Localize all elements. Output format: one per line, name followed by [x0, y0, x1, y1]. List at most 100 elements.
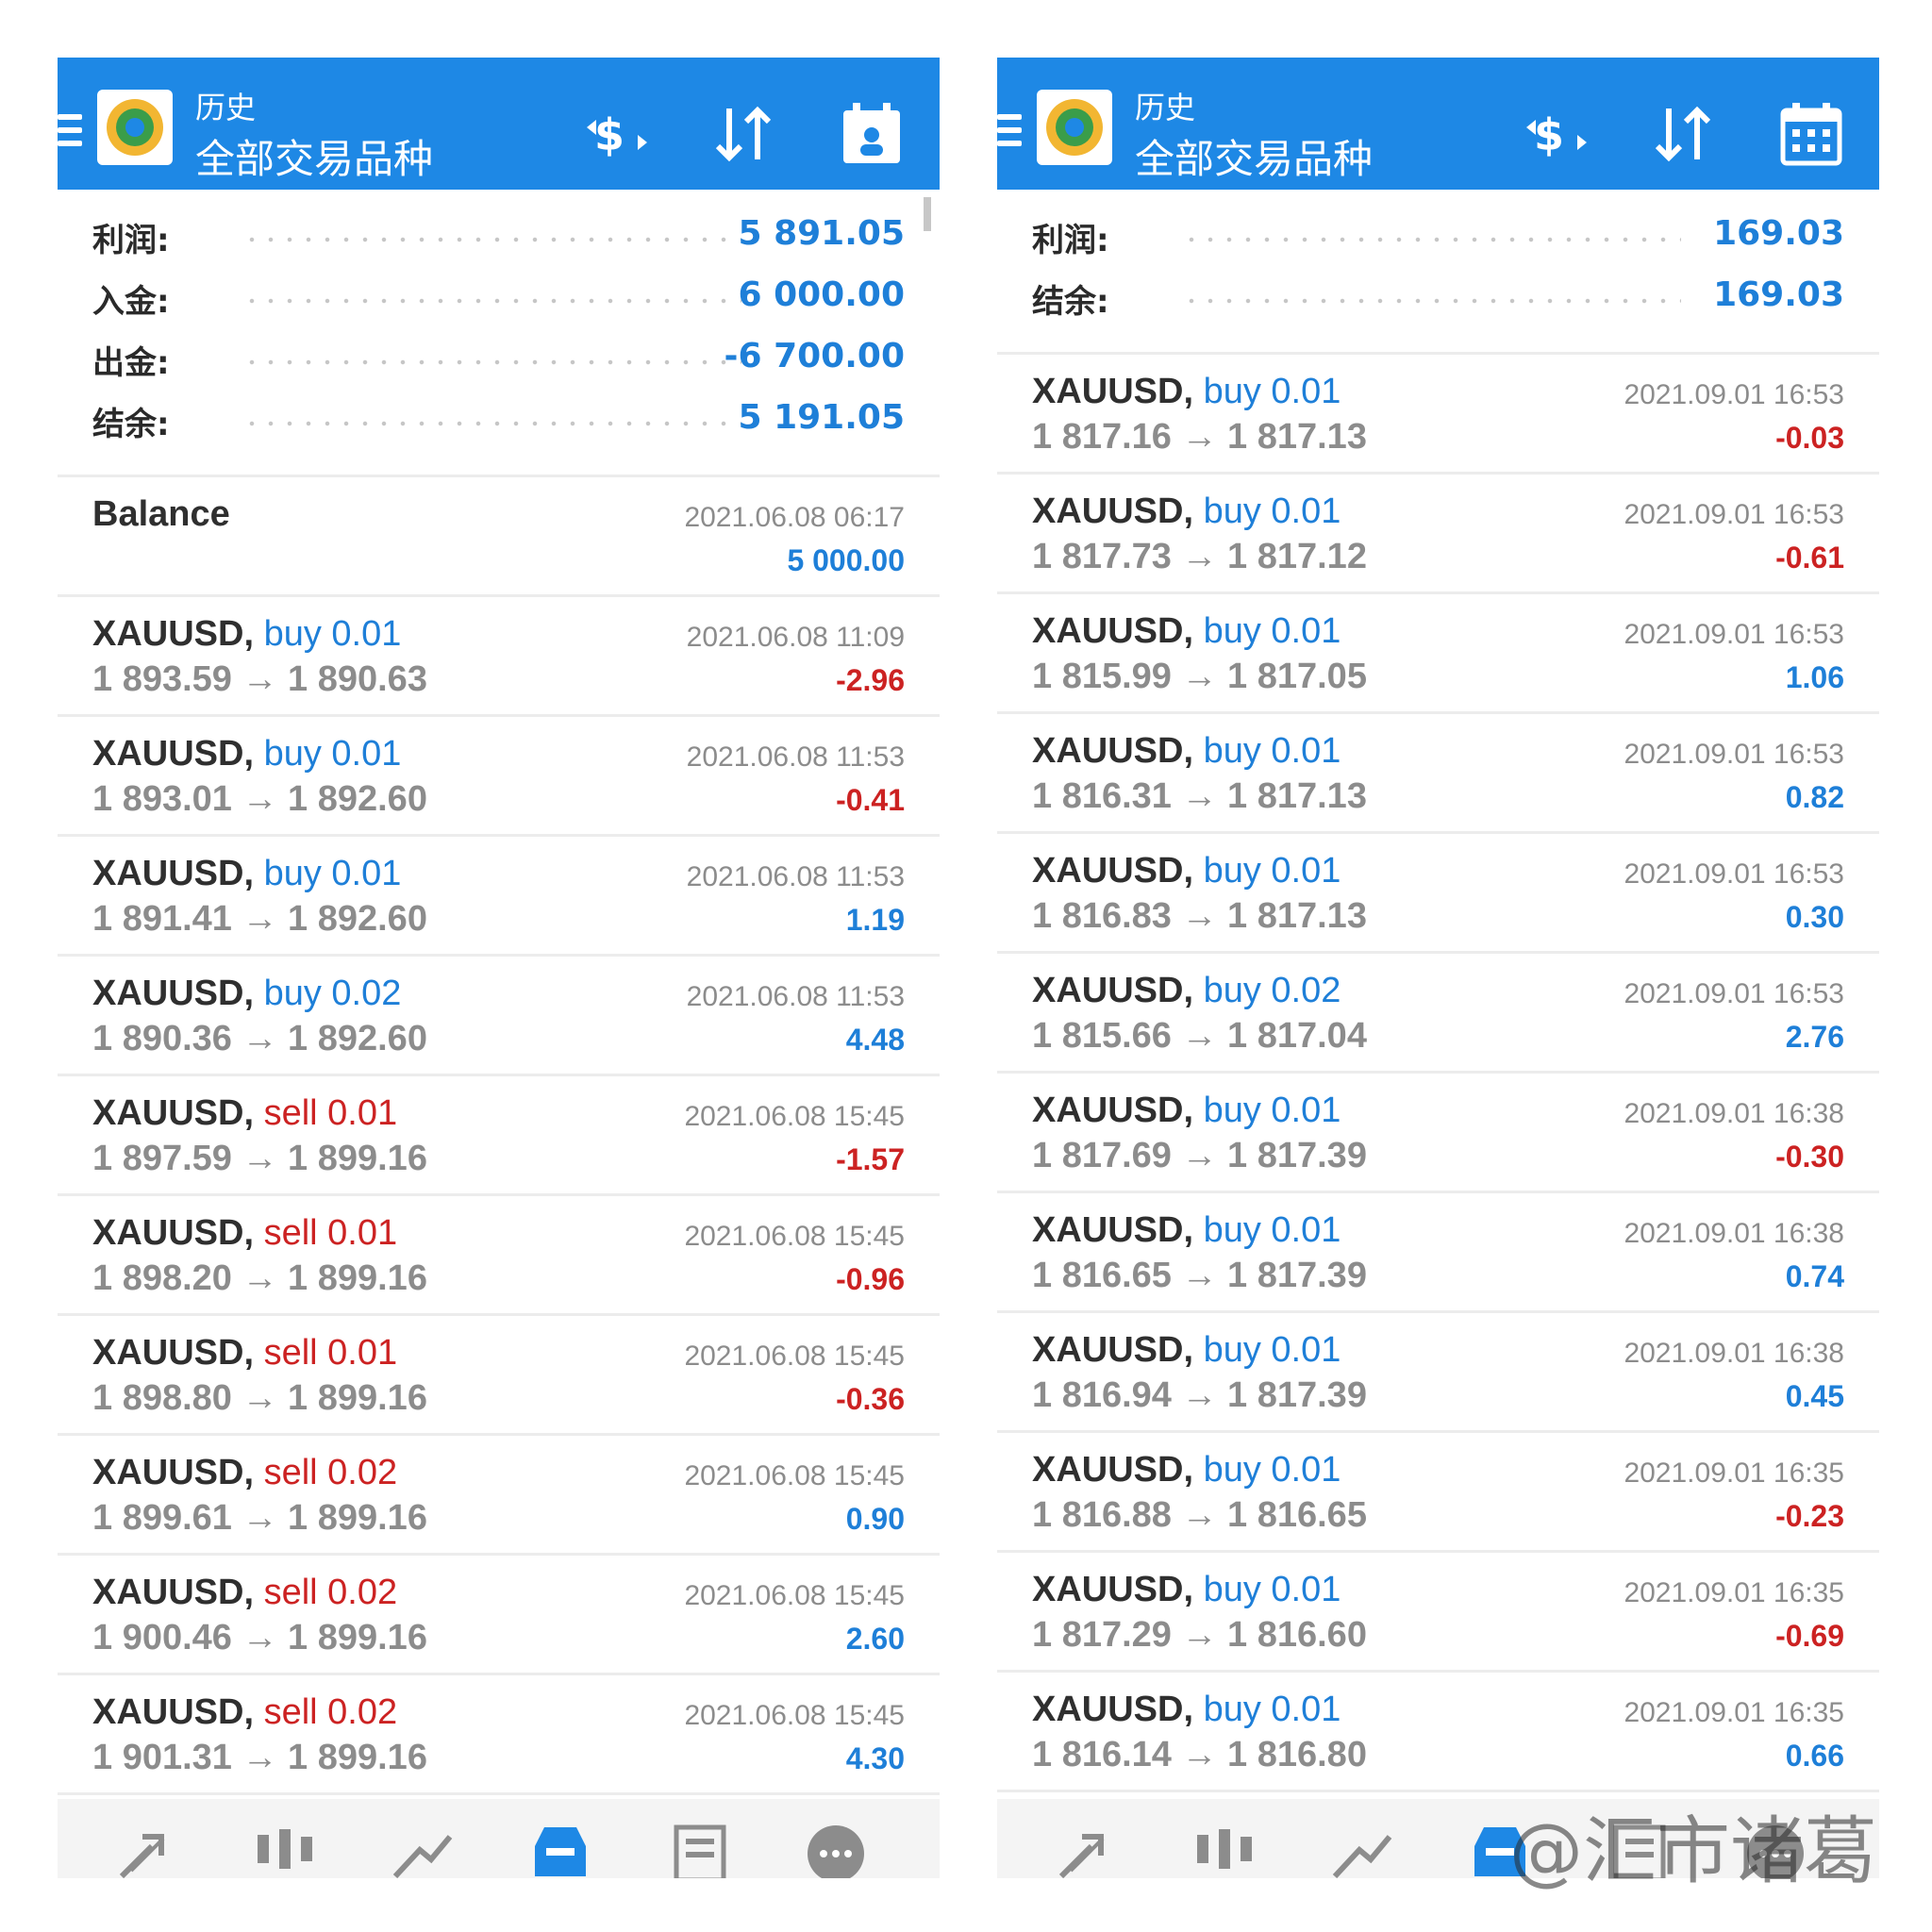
deal-date: 2021.06.08 11:53 [686, 741, 905, 773]
deal-date: 2021.06.08 15:45 [684, 1341, 905, 1372]
trade-icon[interactable] [1329, 1818, 1395, 1878]
summary-label: 出金: [92, 344, 170, 382]
deal-row[interactable]: XAUUSD, buy 0.01 1 817.73 → 1 817.12 2021.… [997, 475, 1879, 594]
dotted-leader [242, 237, 741, 242]
deal-direction: buy 0.01 [1203, 611, 1341, 651]
deal-symbol: XAUUSD, [1032, 1570, 1194, 1609]
summary-value: 5 191.05 [738, 398, 905, 437]
deal-profit: -0.03 [1775, 421, 1844, 455]
deal-prices: 1 817.69 → 1 817.39 [1032, 1136, 1367, 1175]
deal-symbol: XAUUSD, [92, 1213, 255, 1253]
deals-money-icon[interactable]: $ [1521, 99, 1592, 171]
summary-value: 169.03 [1713, 275, 1844, 314]
deal-row[interactable]: XAUUSD, buy 0.02 1 890.36 → 1 892.60 2021.… [58, 957, 940, 1076]
deal-title: XAUUSD, buy 0.01 [1032, 731, 1341, 772]
calendar-icon[interactable] [1775, 99, 1847, 171]
deal-direction: buy 0.02 [263, 974, 402, 1013]
deal-prices: 1 901.31 → 1 899.16 [92, 1738, 427, 1777]
quotes-icon[interactable] [114, 1818, 180, 1878]
deal-symbol: XAUUSD, [1032, 971, 1194, 1010]
deal-row[interactable]: XAUUSD, buy 0.01 1 816.88 → 1 816.65 2021.… [997, 1433, 1879, 1553]
deal-direction: buy 0.01 [1203, 372, 1341, 411]
deal-symbol: XAUUSD, [1032, 1330, 1194, 1370]
deals-money-icon[interactable]: $ [581, 99, 653, 171]
calendar-icon[interactable] [836, 99, 908, 171]
deal-title: XAUUSD, buy 0.01 [1032, 1690, 1341, 1730]
deal-profit: -0.61 [1775, 541, 1844, 575]
deal-row[interactable]: XAUUSD, buy 0.01 1 893.01 → 1 892.60 2021.… [58, 717, 940, 837]
deal-row[interactable]: XAUUSD, buy 0.01 1 891.41 → 1 892.60 2021.… [58, 837, 940, 957]
deals-list: Balance 2021.06.08 06:17 5 000.00 XAUUSD… [58, 477, 940, 1795]
deal-row[interactable]: XAUUSD, buy 0.01 1 893.59 → 1 890.63 2021.… [58, 597, 940, 717]
deal-profit: 1.06 [1785, 660, 1844, 694]
deal-date: 2021.09.01 16:35 [1624, 1697, 1844, 1728]
deal-date: 2021.06.08 06:17 [684, 502, 905, 533]
deal-row[interactable]: XAUUSD, buy 0.02 1 815.66 → 1 817.04 2021.… [997, 954, 1879, 1074]
quotes-icon[interactable] [1054, 1818, 1120, 1878]
deal-symbol: XAUUSD, [92, 974, 255, 1013]
deal-row[interactable]: XAUUSD, sell 0.01 1 898.80 → 1 899.16 2021… [58, 1316, 940, 1436]
sort-icon[interactable] [1648, 99, 1720, 171]
chart-icon[interactable] [1191, 1818, 1257, 1878]
deal-row[interactable]: XAUUSD, buy 0.01 1 817.69 → 1 817.39 2021.… [997, 1074, 1879, 1193]
deal-row[interactable]: XAUUSD, buy 0.01 1 816.31 → 1 817.13 2021.… [997, 714, 1879, 834]
deal-row[interactable]: XAUUSD, buy 0.01 1 816.94 → 1 817.39 2021.… [997, 1313, 1879, 1433]
menu-icon[interactable] [58, 114, 82, 146]
deal-symbol: XAUUSD, [92, 1573, 255, 1612]
deal-symbol: XAUUSD, [1032, 611, 1194, 651]
deal-direction: buy 0.01 [1203, 1570, 1341, 1609]
deal-direction: sell 0.01 [263, 1333, 398, 1373]
dotted-leader [242, 359, 741, 365]
summary-label: 利润: [92, 222, 170, 259]
history-icon[interactable] [527, 1818, 593, 1878]
deal-symbol: XAUUSD, [92, 1093, 255, 1133]
deal-row[interactable]: XAUUSD, sell 0.01 1 898.20 → 1 899.16 2021… [58, 1196, 940, 1316]
dotted-leader [1182, 298, 1681, 304]
app-header: 历史 全部交易品种 $ [997, 58, 1879, 190]
deal-prices: 1 898.80 → 1 899.16 [92, 1378, 427, 1418]
deal-row[interactable]: XAUUSD, buy 0.01 1 816.14 → 1 816.80 2021.… [997, 1673, 1879, 1792]
deal-title: XAUUSD, sell 0.01 [92, 1333, 397, 1374]
deal-prices: 1 899.61 → 1 899.16 [92, 1498, 427, 1538]
deal-symbol: XAUUSD, [92, 1333, 255, 1373]
deal-row[interactable]: XAUUSD, buy 0.01 1 815.99 → 1 817.05 2021.… [997, 594, 1879, 714]
deal-symbol: XAUUSD, [92, 734, 255, 774]
deal-direction: buy 0.01 [263, 854, 402, 893]
chat-icon[interactable] [803, 1818, 869, 1878]
symbol-filter[interactable]: 全部交易品种 [195, 127, 433, 185]
deal-row[interactable]: XAUUSD, sell 0.02 1 899.61 → 1 899.16 2021… [58, 1436, 940, 1556]
balance-row[interactable]: Balance 2021.06.08 06:17 5 000.00 [58, 477, 940, 597]
deal-profit: 2.76 [1785, 1020, 1844, 1054]
deal-profit: 0.74 [1785, 1259, 1844, 1293]
trade-icon[interactable] [390, 1818, 456, 1878]
deal-row[interactable]: XAUUSD, buy 0.01 1 816.83 → 1 817.13 2021.… [997, 834, 1879, 954]
news-icon[interactable] [665, 1818, 731, 1878]
summary-label: 结余: [92, 406, 170, 443]
deal-date: 2021.09.01 16:53 [1624, 978, 1844, 1009]
deal-title: XAUUSD, buy 0.01 [1032, 1330, 1341, 1371]
deal-profit: 0.30 [1785, 900, 1844, 934]
deal-row[interactable]: XAUUSD, buy 0.01 1 817.16 → 1 817.13 2021.… [997, 355, 1879, 475]
deal-profit: -1.57 [836, 1142, 905, 1176]
deal-row[interactable]: XAUUSD, sell 0.02 1 901.31 → 1 899.16 2021… [58, 1675, 940, 1795]
deal-row[interactable]: XAUUSD, sell 0.01 1 897.59 → 1 899.16 2021… [58, 1076, 940, 1196]
deal-row[interactable]: XAUUSD, sell 0.02 1 900.46 → 1 899.16 2021… [58, 1556, 940, 1675]
deal-row[interactable]: XAUUSD, buy 0.01 1 817.29 → 1 816.60 2021.… [997, 1553, 1879, 1673]
balance-label: Balance [92, 494, 230, 534]
deal-title: XAUUSD, buy 0.01 [1032, 1450, 1341, 1491]
menu-icon[interactable] [997, 114, 1022, 146]
symbol-filter[interactable]: 全部交易品种 [1135, 127, 1373, 185]
dotted-leader [242, 421, 741, 426]
deal-date: 2021.09.01 16:38 [1624, 1098, 1844, 1129]
chart-icon[interactable] [252, 1818, 318, 1878]
deal-title: XAUUSD, buy 0.01 [1032, 611, 1341, 652]
svg-text:$: $ [594, 109, 625, 160]
deal-row[interactable]: XAUUSD, buy 0.01 1 816.65 → 1 817.39 2021.… [997, 1193, 1879, 1313]
sort-icon[interactable] [708, 99, 780, 171]
deal-prices: 1 815.99 → 1 817.05 [1032, 657, 1367, 696]
deal-prices: 1 897.59 → 1 899.16 [92, 1139, 427, 1178]
deal-title: XAUUSD, sell 0.01 [92, 1093, 397, 1134]
deal-date: 2021.09.01 16:53 [1624, 858, 1844, 890]
deal-symbol: XAUUSD, [1032, 851, 1194, 891]
history-screen-left: 历史 全部交易品种 $ 利润: 5 891.05 入金: 6 000.00 出金… [58, 58, 940, 1878]
